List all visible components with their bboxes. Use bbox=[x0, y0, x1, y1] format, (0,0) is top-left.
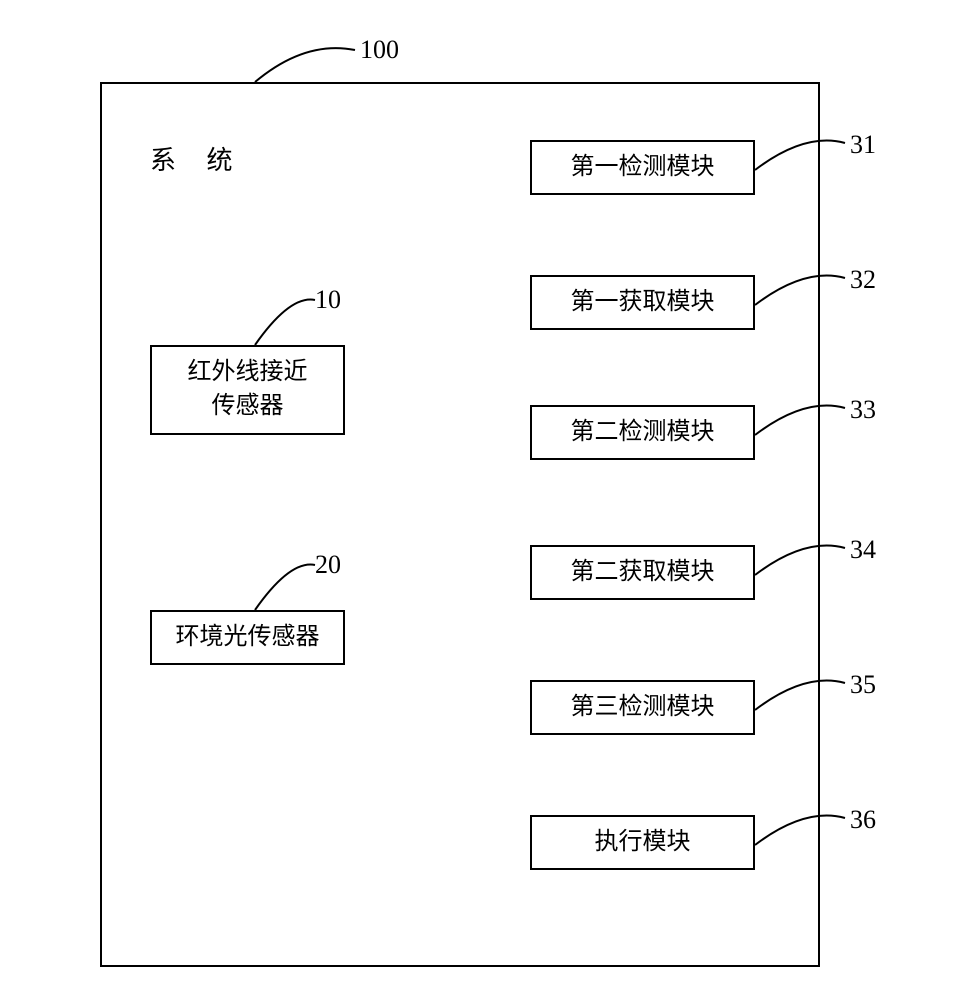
callout-33: 33 bbox=[850, 395, 876, 425]
callout-32: 32 bbox=[850, 265, 876, 295]
module-label: 第二检测模块 bbox=[571, 416, 715, 450]
first-acquisition-module-block: 第一获取模块 bbox=[530, 275, 755, 330]
ambient-light-sensor-block: 环境光传感器 bbox=[150, 610, 345, 665]
ambient-sensor-label: 环境光传感器 bbox=[176, 621, 320, 655]
module-label: 第一获取模块 bbox=[571, 286, 715, 320]
second-detection-module-block: 第二检测模块 bbox=[530, 405, 755, 460]
system-label: 系 统 bbox=[150, 140, 245, 177]
ir-sensor-label: 红外线接近 传感器 bbox=[188, 356, 308, 423]
second-acquisition-module-block: 第二获取模块 bbox=[530, 545, 755, 600]
callout-34: 34 bbox=[850, 535, 876, 565]
module-label: 第二获取模块 bbox=[571, 556, 715, 590]
callout-36: 36 bbox=[850, 805, 876, 835]
callout-20: 20 bbox=[315, 550, 341, 580]
module-label: 执行模块 bbox=[595, 826, 691, 860]
module-label: 第三检测模块 bbox=[571, 691, 715, 725]
callout-31: 31 bbox=[850, 130, 876, 160]
module-label: 第一检测模块 bbox=[571, 151, 715, 185]
ir-proximity-sensor-block: 红外线接近 传感器 bbox=[150, 345, 345, 435]
callout-10: 10 bbox=[315, 285, 341, 315]
first-detection-module-block: 第一检测模块 bbox=[530, 140, 755, 195]
callout-100: 100 bbox=[360, 35, 399, 65]
execution-module-block: 执行模块 bbox=[530, 815, 755, 870]
third-detection-module-block: 第三检测模块 bbox=[530, 680, 755, 735]
callout-35: 35 bbox=[850, 670, 876, 700]
